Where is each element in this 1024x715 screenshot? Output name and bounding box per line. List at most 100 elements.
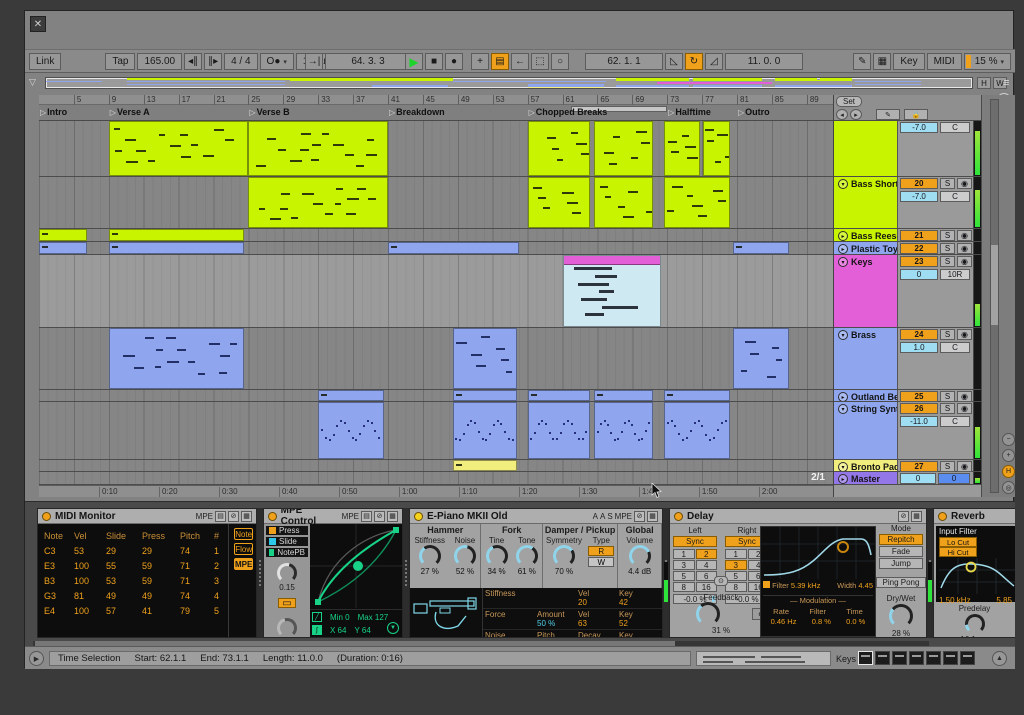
- midi-clip[interactable]: [248, 121, 388, 176]
- track-pan-field[interactable]: C: [940, 191, 970, 202]
- track-volume-field[interactable]: -11.0: [900, 416, 938, 427]
- clip-title-bar[interactable]: [563, 256, 661, 265]
- track-lane-master[interactable]: [39, 472, 833, 485]
- tap-button[interactable]: Tap: [105, 53, 136, 70]
- reverb-filter-svg[interactable]: [939, 558, 1015, 594]
- time-signature-field[interactable]: 4 / 4: [224, 53, 258, 70]
- arm-button[interactable]: ◉: [957, 178, 972, 189]
- punch-out-button[interactable]: ◿: [705, 53, 723, 70]
- track-header-keys[interactable]: ▾ Keys 23 S ◉ 0 10R: [834, 255, 981, 328]
- track-number[interactable]: 22: [900, 243, 938, 254]
- tempo-field[interactable]: 165.00: [137, 53, 183, 70]
- hi-cut-button[interactable]: Hi Cut: [939, 547, 977, 557]
- track-volume-field[interactable]: 0: [900, 269, 938, 280]
- bar-number[interactable]: 13: [143, 95, 156, 105]
- bar-number[interactable]: 69: [632, 95, 644, 105]
- beat-ruler[interactable]: 5 9 13 17 21 25 29 33 37 41 45 49 53 57 61 65 69 73 77 81 85…: [39, 95, 833, 105]
- y-field[interactable]: Y 64: [354, 626, 370, 635]
- hot-swap-icon[interactable]: ⊘: [898, 510, 909, 522]
- midi-clip[interactable]: [732, 242, 790, 254]
- height-zoom-button[interactable]: H: [977, 77, 991, 89]
- unfold-track-icon[interactable]: ▸: [838, 231, 848, 241]
- track-number[interactable]: 27: [900, 461, 938, 472]
- midi-clip[interactable]: [663, 177, 731, 228]
- fold-icon[interactable]: ▤: [361, 510, 372, 522]
- fold-icon[interactable]: ▤: [215, 510, 226, 522]
- chain-device-icon[interactable]: [875, 651, 890, 665]
- show-detail-button[interactable]: ▲: [992, 651, 1007, 666]
- midi-clip[interactable]: [702, 121, 731, 176]
- save-preset-icon[interactable]: ▦: [647, 510, 658, 522]
- midi-clip[interactable]: [527, 390, 591, 401]
- track-color-area[interactable]: ▾String Synth: [834, 402, 897, 459]
- device-on-led[interactable]: [674, 511, 683, 521]
- midi-clip[interactable]: [593, 177, 654, 228]
- tag-s[interactable]: S: [607, 512, 612, 521]
- param-cell[interactable]: Decay38 %: [578, 631, 619, 637]
- delay-title-bar[interactable]: Delay ⊘ ▦: [670, 509, 926, 524]
- feedback-knob[interactable]: [696, 602, 720, 626]
- arm-button[interactable]: ◉: [957, 391, 972, 402]
- ping-pong-button[interactable]: Ping Pong: [876, 577, 926, 588]
- arm-button[interactable]: ◉: [957, 403, 972, 414]
- draw-mode-button[interactable]: ⬚: [531, 53, 549, 70]
- track-pan-field[interactable]: C: [940, 122, 970, 133]
- locator-chopped-breaks[interactable]: ▷ Chopped Breaks: [529, 107, 608, 117]
- output-toggle-button[interactable]: ▭: [278, 598, 296, 609]
- bar-number[interactable]: 89: [806, 95, 819, 105]
- mpe-control-title-bar[interactable]: MPE Control MPE ▤ ⊘ ▦: [264, 509, 402, 527]
- track-header-top[interactable]: -7.0 C: [834, 121, 981, 177]
- draw-automation-button[interactable]: ✎: [876, 109, 900, 120]
- midi-clip[interactable]: [593, 390, 654, 401]
- hot-swap-icon[interactable]: ⊘: [228, 510, 239, 522]
- division-3[interactable]: 3: [673, 560, 695, 570]
- track-lane-plastic-toy[interactable]: [39, 242, 833, 255]
- track-number[interactable]: 24: [900, 329, 938, 340]
- bar-number[interactable]: 37: [353, 95, 365, 105]
- midi-clip[interactable]: [388, 242, 519, 254]
- track-header-plastic-toy[interactable]: ▸ Plastic Toy 22 S ◉: [834, 242, 981, 255]
- arrangement-overview[interactable]: [45, 77, 973, 89]
- locator-intro[interactable]: ▷ Intro: [40, 107, 67, 117]
- height-reset-button[interactable]: H: [1002, 465, 1015, 478]
- re-enable-automation-button[interactable]: ←: [511, 53, 529, 70]
- prev-locator-button[interactable]: ◂: [836, 109, 848, 120]
- reverb-title-bar[interactable]: Reverb: [934, 509, 1015, 524]
- track-lane-top[interactable]: [39, 121, 833, 177]
- solo-button[interactable]: S: [940, 230, 955, 241]
- param-cell[interactable]: Vel 20: [578, 589, 619, 607]
- midi-clip[interactable]: [527, 177, 591, 228]
- locator-verse-b[interactable]: ▷ Verse B: [249, 107, 289, 117]
- track-color-area[interactable]: ▸ Plastic Toy: [834, 242, 897, 254]
- midi-clip[interactable]: [108, 328, 245, 389]
- unfold-track-icon[interactable]: ▸: [838, 474, 848, 484]
- cpu-meter[interactable]: 15 % ▾: [963, 53, 1011, 70]
- division-4[interactable]: 4: [695, 560, 717, 570]
- bar-number[interactable]: 53: [492, 95, 505, 105]
- unfold-track-icon[interactable]: ▾: [838, 257, 848, 267]
- solo-button[interactable]: S: [940, 461, 955, 472]
- track-color-area[interactable]: [834, 121, 897, 176]
- track-header-string-synth[interactable]: ▾String Synth26S◉ -11.0C: [834, 402, 981, 460]
- midi-clip[interactable]: [39, 229, 87, 241]
- locator-outro[interactable]: ▷ Outro: [738, 107, 770, 117]
- division-2[interactable]: 2: [695, 549, 717, 559]
- knob-stiffness[interactable]: Stiffness 27 %: [414, 536, 445, 576]
- bar-number[interactable]: 85: [771, 95, 784, 105]
- line-mode-icon[interactable]: ╱: [312, 612, 322, 622]
- key-map-button[interactable]: Key: [893, 53, 925, 70]
- mode-button-mpe[interactable]: MPE: [234, 558, 254, 570]
- stop-button[interactable]: ■: [425, 53, 443, 70]
- track-lane-bronto-pad[interactable]: [39, 460, 833, 472]
- highlight-mode-button[interactable]: ○: [551, 53, 569, 70]
- bar-number[interactable]: 21: [213, 95, 225, 105]
- loop-start-field[interactable]: 62. 1. 1: [585, 53, 663, 70]
- hot-swap-icon[interactable]: ⊘: [374, 510, 385, 522]
- close-button[interactable]: ✕: [30, 16, 46, 32]
- bar-number[interactable]: 81: [737, 95, 749, 105]
- save-preset-icon[interactable]: ▦: [911, 510, 922, 522]
- track-pan-field[interactable]: C: [940, 416, 970, 427]
- track-number[interactable]: 26: [900, 403, 938, 414]
- chain-device-icon[interactable]: [926, 651, 941, 665]
- param-cell[interactable]: Key 42: [619, 589, 660, 607]
